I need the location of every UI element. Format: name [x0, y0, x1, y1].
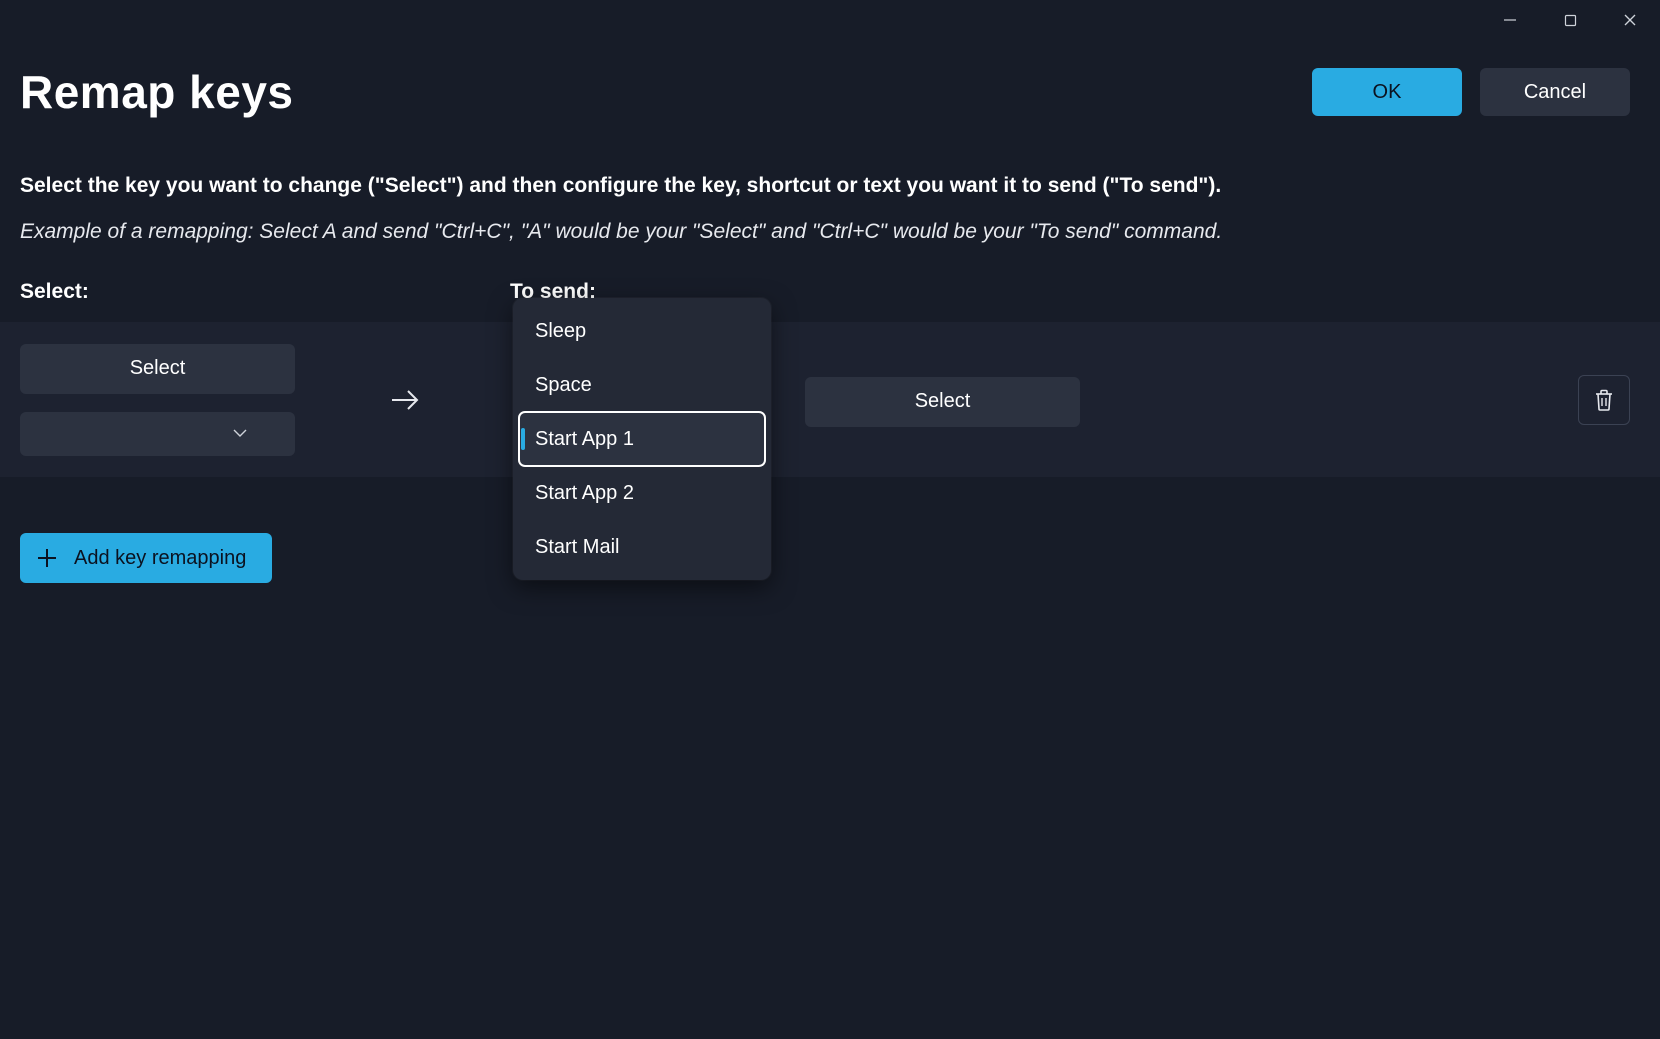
- page-title: Remap keys: [20, 65, 294, 119]
- minimize-button[interactable]: [1480, 0, 1540, 40]
- arrow-cell: [300, 388, 525, 412]
- arrow-right-icon: [390, 388, 420, 412]
- trash-icon: [1593, 388, 1615, 412]
- delete-remapping-button[interactable]: [1578, 375, 1630, 425]
- column-headers: Select: To send:: [20, 280, 1640, 304]
- dropdown-option[interactable]: Space: [519, 358, 765, 412]
- dropdown-option-label: Sleep: [535, 320, 586, 343]
- window-titlebar: [1480, 0, 1660, 40]
- remap-keys-window: Remap keys OK Cancel Select the key you …: [0, 0, 1660, 1039]
- maximize-icon: [1564, 14, 1577, 27]
- intro-main: Select the key you want to change ("Sele…: [20, 170, 1630, 202]
- key-dropdown-popup: Sleep Space Start App 1 Start App 2 Star…: [513, 298, 771, 580]
- maximize-button[interactable]: [1540, 0, 1600, 40]
- close-icon: [1623, 13, 1637, 27]
- add-key-remapping-label: Add key remapping: [74, 547, 246, 570]
- dropdown-option-label: Start App 1: [535, 428, 634, 451]
- dropdown-option-label: Start Mail: [535, 536, 619, 559]
- close-button[interactable]: [1600, 0, 1660, 40]
- dropdown-option-selected[interactable]: Start App 1: [519, 412, 765, 466]
- add-row: Add key remapping: [20, 533, 272, 583]
- header: Remap keys OK Cancel: [20, 65, 1630, 119]
- ok-button[interactable]: OK: [1312, 68, 1462, 116]
- intro-example: Example of a remapping: Select A and sen…: [20, 216, 1630, 248]
- select-key-dropdown[interactable]: [20, 412, 295, 456]
- select-block: Select: [20, 344, 300, 456]
- tosend-select-button[interactable]: Select: [805, 377, 1080, 427]
- dropdown-option[interactable]: Start Mail: [519, 520, 765, 574]
- select-column-header: Select:: [20, 280, 510, 304]
- remap-row: Select Select: [0, 322, 1660, 477]
- cancel-button-label: Cancel: [1524, 81, 1586, 104]
- header-actions: OK Cancel: [1312, 68, 1630, 116]
- cancel-button[interactable]: Cancel: [1480, 68, 1630, 116]
- plus-icon: [36, 547, 58, 569]
- dropdown-option[interactable]: Sleep: [519, 304, 765, 358]
- delete-cell: [1578, 375, 1630, 425]
- dropdown-option-label: Space: [535, 374, 592, 397]
- tosend-select-block: Select: [805, 373, 1085, 427]
- select-key-label: Select: [130, 357, 186, 380]
- chevron-down-icon: [233, 425, 247, 443]
- add-key-remapping-button[interactable]: Add key remapping: [20, 533, 272, 583]
- intro-text: Select the key you want to change ("Sele…: [20, 170, 1630, 247]
- dropdown-option[interactable]: Start App 2: [519, 466, 765, 520]
- tosend-select-label: Select: [915, 390, 971, 413]
- minimize-icon: [1503, 13, 1517, 27]
- select-key-button[interactable]: Select: [20, 344, 295, 394]
- dropdown-option-label: Start App 2: [535, 482, 634, 505]
- ok-button-label: OK: [1373, 81, 1402, 104]
